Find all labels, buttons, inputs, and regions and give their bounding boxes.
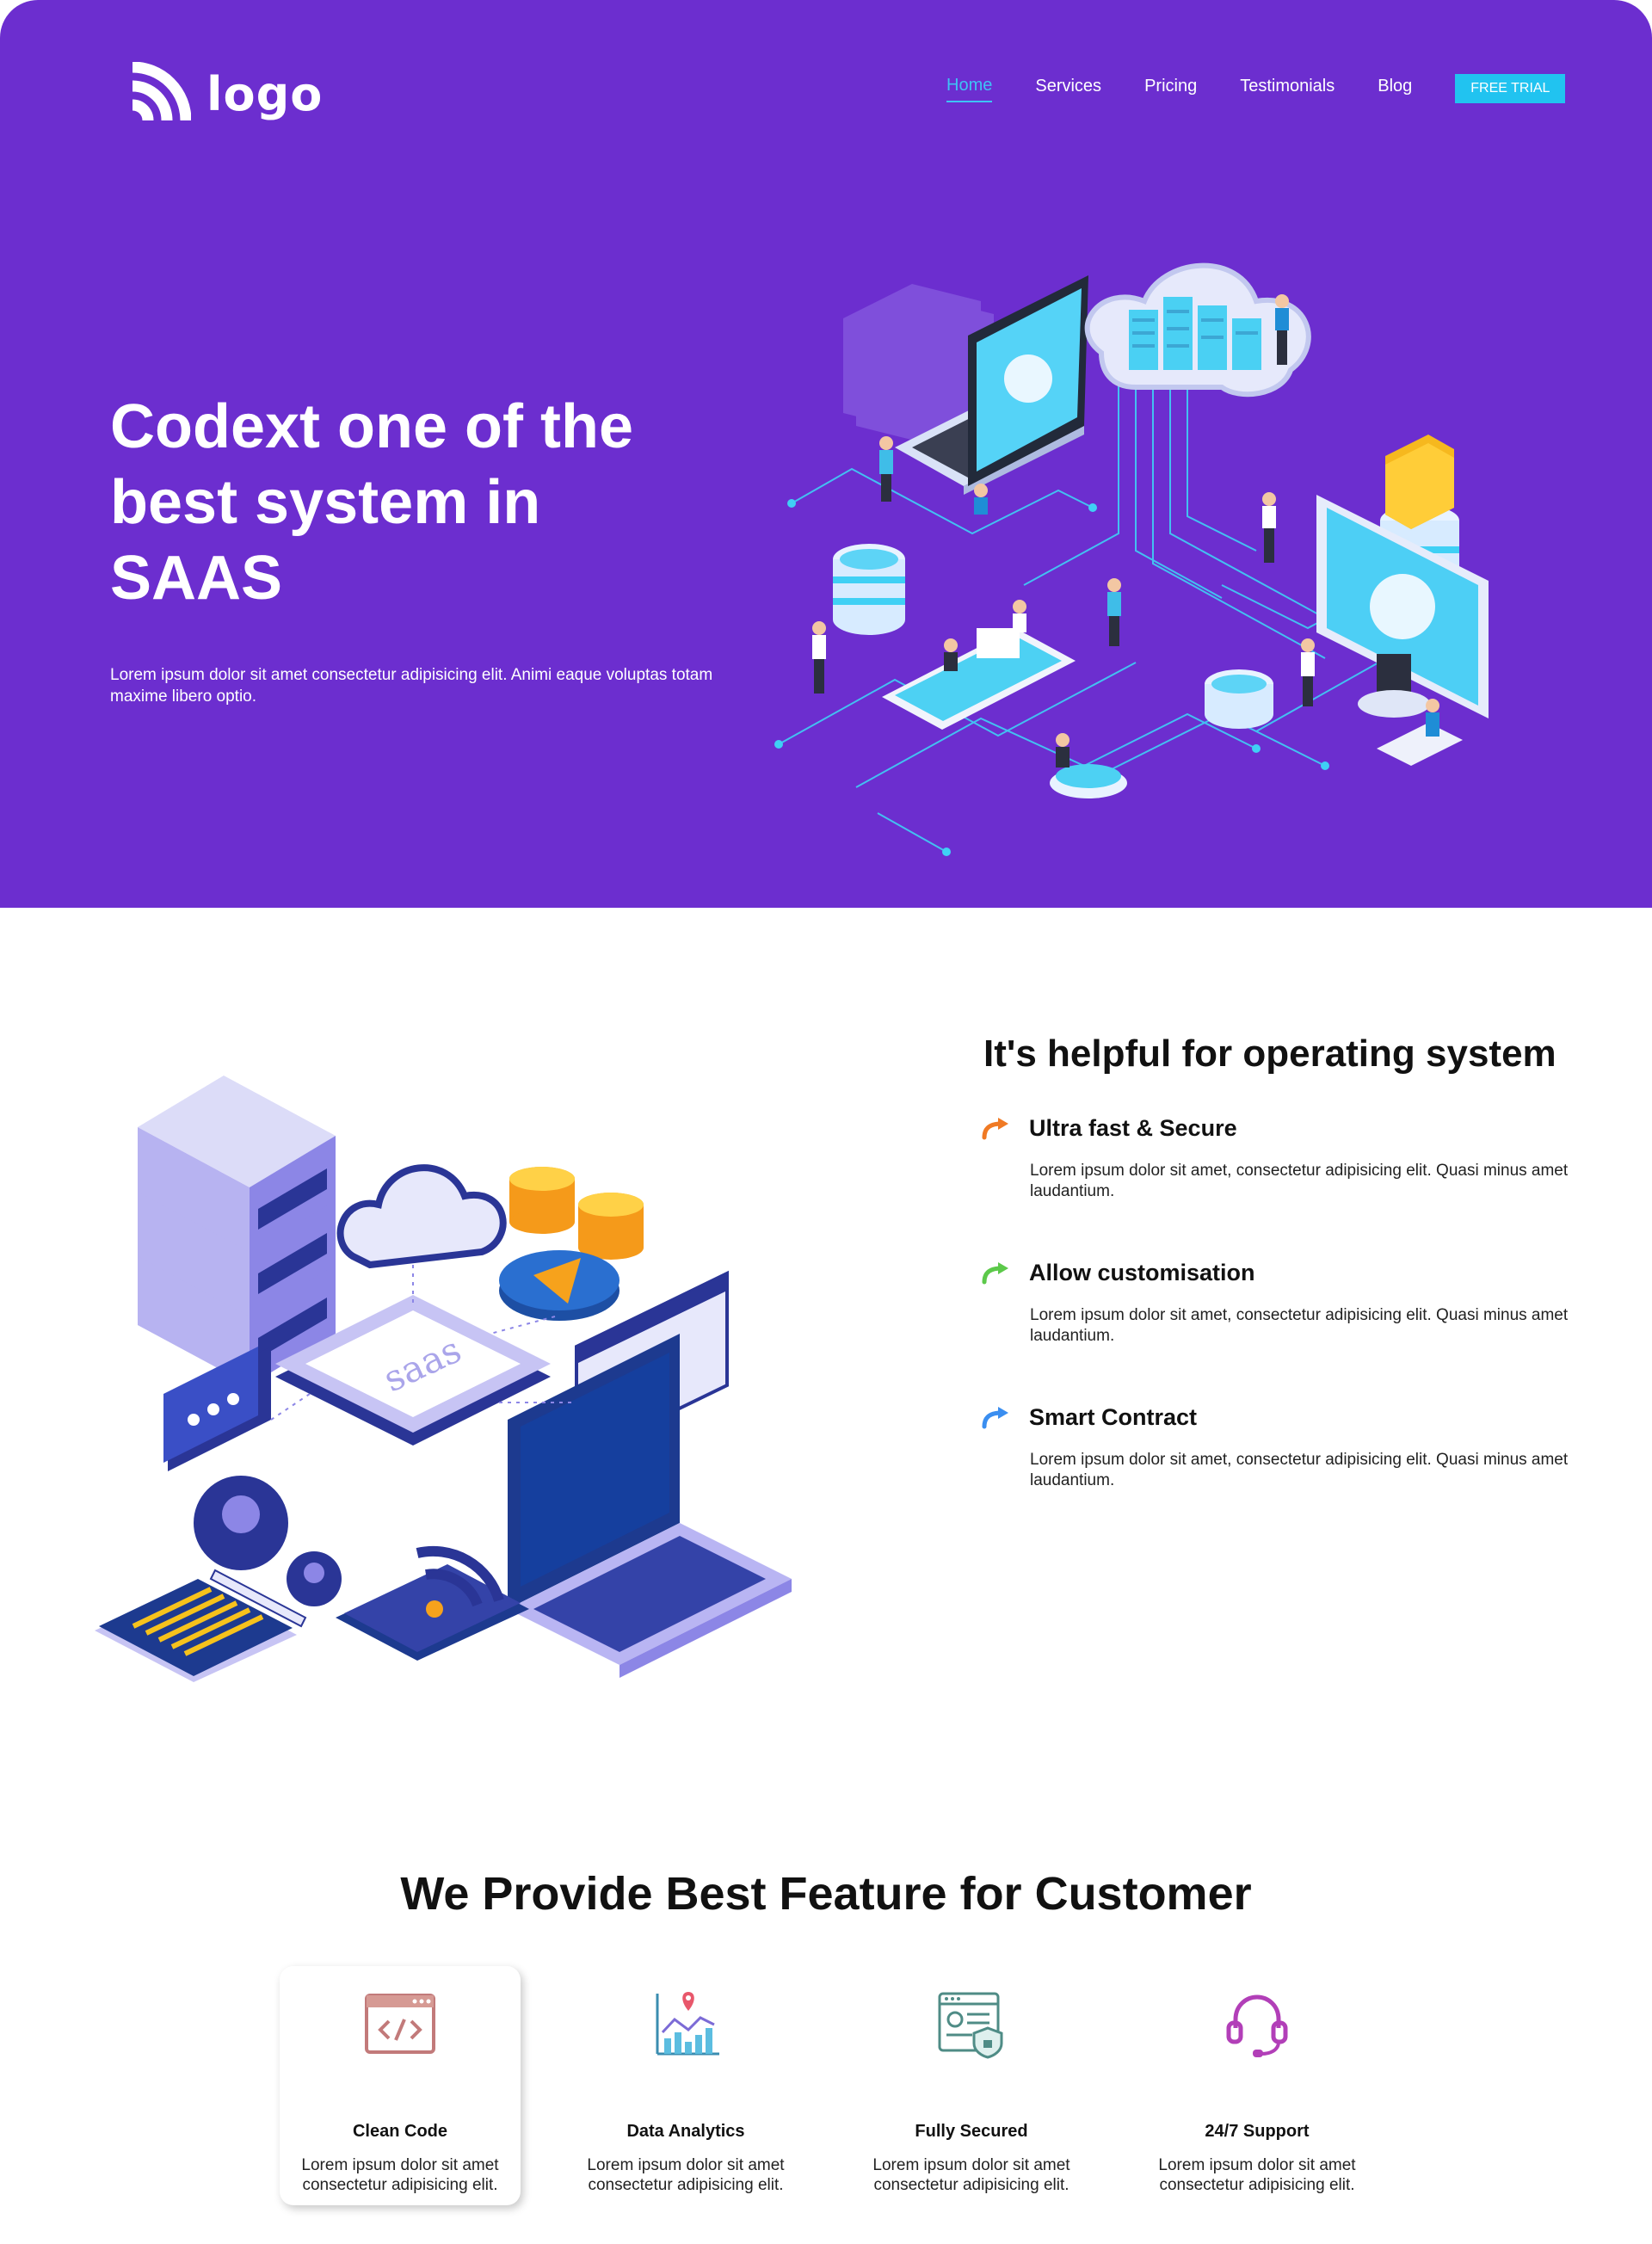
feature-card-text: Lorem ipsum dolor sit amet consectetur a… bbox=[587, 2156, 785, 2194]
feature-card-support[interactable]: 24/7 Support Lorem ipsum dolor sit amet … bbox=[1137, 1966, 1378, 2205]
nav-blog[interactable]: Blog bbox=[1378, 77, 1412, 102]
nav-home[interactable]: Home bbox=[946, 76, 993, 102]
helpful-item-title: Smart Contract bbox=[1029, 1404, 1198, 1430]
analytics-chart-icon bbox=[656, 1992, 719, 2056]
feature-card-title: Clean Code bbox=[352, 2122, 448, 2141]
helpful-item-title: Allow customisation bbox=[1029, 1260, 1255, 1285]
feature-card-text: Lorem ipsum dolor sit amet consectetur a… bbox=[872, 2156, 1070, 2194]
feature-card-title: 24/7 Support bbox=[1205, 2122, 1310, 2141]
logo[interactable]: logo bbox=[127, 62, 323, 126]
code-window-icon bbox=[365, 1994, 435, 2054]
arrow-turn-icon bbox=[982, 1261, 1008, 1284]
helpful-item-text: Lorem ipsum dolor sit amet, consectetur … bbox=[1030, 1451, 1569, 1489]
feature-cards: Clean Code Lorem ipsum dolor sit amet co… bbox=[280, 1966, 1424, 2205]
feature-card-clean-code[interactable]: Clean Code Lorem ipsum dolor sit amet co… bbox=[280, 1966, 521, 2205]
feature-card-title: Data Analytics bbox=[626, 2122, 745, 2141]
nav-pricing[interactable]: Pricing bbox=[1144, 77, 1197, 102]
arrow-turn-icon bbox=[982, 1117, 1008, 1139]
logo-text: logo bbox=[206, 66, 324, 121]
feature-card-fully-secured[interactable]: Fully Secured Lorem ipsum dolor sit amet… bbox=[851, 1966, 1092, 2205]
hero-section: logo Home Services Pricing Testimonials … bbox=[0, 0, 1652, 908]
helpful-item-text: Lorem ipsum dolor sit amet, consectetur … bbox=[1030, 1306, 1569, 1345]
helpful-item-title: Ultra fast & Secure bbox=[1029, 1115, 1237, 1141]
free-trial-button[interactable]: FREE TRIAL bbox=[1455, 74, 1566, 103]
headset-icon bbox=[1226, 1994, 1288, 2057]
helpful-section-title: It's helpful for operating system bbox=[983, 1033, 1556, 1075]
arrow-turn-icon bbox=[982, 1406, 1008, 1428]
nav-services[interactable]: Services bbox=[1035, 77, 1101, 102]
feature-card-text: Lorem ipsum dolor sit amet consectetur a… bbox=[1158, 2156, 1356, 2194]
features-section-title: We Provide Best Feature for Customer bbox=[400, 1868, 1252, 1920]
helpful-item: Ultra fast & Secure Lorem ipsum dolor si… bbox=[981, 1115, 1600, 1202]
feature-card-text: Lorem ipsum dolor sit amet consectetur a… bbox=[301, 2156, 499, 2194]
saas-isometric-illustration: saas bbox=[95, 1076, 792, 1682]
logo-mark-icon bbox=[132, 62, 191, 121]
nav-testimonials[interactable]: Testimonials bbox=[1240, 77, 1335, 102]
feature-card-data-analytics[interactable]: Data Analytics Lorem ipsum dolor sit ame… bbox=[565, 1966, 806, 2205]
main-nav: Home Services Pricing Testimonials Blog … bbox=[946, 74, 1566, 103]
helpful-item: Smart Contract Lorem ipsum dolor sit ame… bbox=[981, 1404, 1600, 1491]
helpful-item: Allow customisation Lorem ipsum dolor si… bbox=[981, 1260, 1600, 1347]
hero-description: Lorem ipsum dolor sit amet consectetur a… bbox=[110, 666, 713, 706]
feature-card-title: Fully Secured bbox=[915, 2122, 1028, 2141]
cloud-network-illustration bbox=[774, 262, 1489, 856]
helpful-item-text: Lorem ipsum dolor sit amet, consectetur … bbox=[1030, 1162, 1569, 1200]
hero-title: Codext one of the best system in SAAS bbox=[110, 392, 633, 613]
secure-document-icon bbox=[938, 1992, 1003, 2059]
